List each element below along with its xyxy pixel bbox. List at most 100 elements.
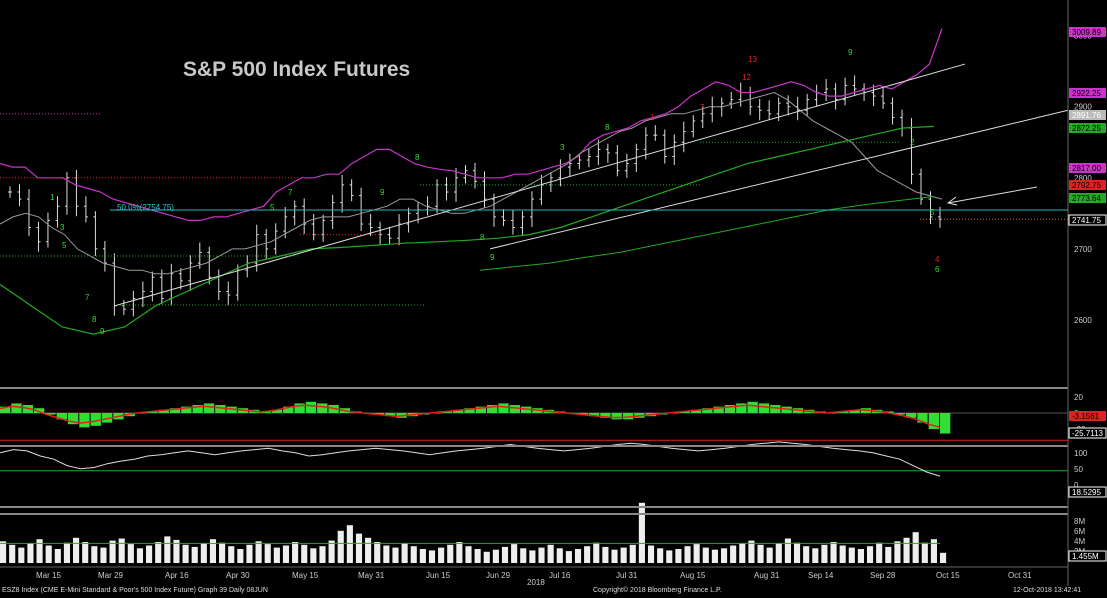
volume-bar — [419, 549, 426, 563]
volume-bar — [647, 545, 655, 563]
setup-count-label: 3 — [560, 143, 565, 152]
volume-bar — [520, 548, 527, 563]
setup-count-label: 1 — [650, 113, 655, 122]
volume-bar — [136, 548, 144, 563]
rsi-marker-label: 18.5295 — [1072, 488, 1101, 497]
volume-bar — [63, 542, 71, 563]
volume-bar — [447, 544, 454, 563]
setup-count-label: 8 — [605, 123, 610, 132]
volume-bar — [730, 545, 737, 563]
volume-bar — [118, 538, 125, 563]
volume-bar — [438, 547, 445, 563]
x-tick-label: Mar 15 — [36, 571, 61, 580]
volume-bar — [812, 548, 819, 563]
volume-bar — [638, 502, 645, 563]
macd-histogram-bar — [747, 401, 758, 413]
setup-count-label: 7 — [288, 188, 293, 197]
chart-title: S&P 500 Index Futures — [183, 58, 410, 81]
price-tick-label: 2600 — [1074, 316, 1092, 325]
volume-bar — [784, 538, 791, 563]
volume-bar — [237, 549, 244, 563]
volume-bar — [301, 544, 308, 563]
volume-bar — [684, 546, 691, 563]
volume-bar — [273, 547, 280, 563]
macd-marker-label: -25.7113 — [1072, 429, 1104, 438]
x-tick-label: Jun 15 — [426, 571, 451, 580]
x-tick-label: Jul 31 — [616, 571, 638, 580]
setup-count-label: 7 — [85, 293, 90, 302]
price-marker-label: 2741.75 — [1072, 216, 1101, 225]
volume-bar — [611, 549, 618, 563]
rsi-tick-label: 100 — [1074, 449, 1088, 458]
volume-bar — [91, 546, 98, 563]
volume-bar — [930, 539, 937, 563]
volume-bar — [693, 544, 700, 563]
x-tick-label: Mar 29 — [98, 571, 123, 580]
footer-copyright: Copyright© 2018 Bloomberg Finance L.P. — [593, 587, 722, 594]
volume-bar — [27, 543, 34, 563]
volume-bar — [547, 544, 554, 563]
volume-bar — [246, 544, 253, 563]
volume-bar — [282, 545, 290, 563]
volume-bar — [675, 549, 682, 563]
volume-bar — [921, 542, 928, 563]
volume-tick-label: 4M — [1074, 537, 1085, 546]
setup-count-label: 6 — [935, 265, 940, 274]
chart-canvas: 13578957 98893817121392546 26002700280029… — [0, 0, 1107, 598]
setup-count-label: 12 — [742, 73, 751, 82]
setup-count-label: 2 — [910, 138, 915, 147]
x-tick-label: Jun 29 — [486, 571, 511, 580]
volume-bar — [766, 547, 773, 563]
volume-bar — [346, 525, 353, 563]
volume-bar — [657, 548, 664, 563]
x-tick-label: Sep 28 — [870, 571, 896, 580]
volume-bar — [328, 540, 335, 563]
price-marker-label: 2817.00 — [1072, 164, 1101, 173]
volume-tick-label: 8M — [1074, 517, 1085, 526]
macd-marker-label: -3.1561 — [1072, 412, 1100, 421]
volume-bar — [401, 543, 408, 563]
volume-bar — [894, 541, 901, 563]
setup-count-label: 8 — [480, 233, 485, 242]
volume-bar — [428, 550, 436, 563]
volume-bar — [292, 542, 299, 563]
setup-count-label: 5 — [930, 208, 935, 217]
volume-bar — [830, 542, 837, 563]
volume-bar — [410, 546, 417, 563]
macd-histogram-bar — [758, 403, 770, 413]
x-tick-label: Aug 15 — [680, 571, 706, 580]
footer-bar: ESZ8 Index (CME E-Mini Standard & Poor's… — [0, 586, 1107, 598]
volume-bar — [483, 551, 490, 563]
footer-security: ESZ8 Index (CME E-Mini Standard & Poor's… — [2, 587, 268, 594]
volume-bar — [793, 542, 801, 563]
volume-bar — [940, 552, 947, 563]
volume-tick-label: 6M — [1074, 527, 1085, 536]
volume-bar — [885, 546, 892, 563]
volume-marker-label: 1.455M — [1072, 552, 1099, 561]
volume-bar — [191, 546, 198, 563]
volume-bar — [73, 537, 80, 563]
macd-histogram-bar — [611, 413, 622, 420]
price-tick-label: 2700 — [1074, 245, 1092, 254]
x-tick-label: May 15 — [292, 571, 319, 580]
price-marker-label: 2773.64 — [1072, 194, 1101, 203]
chart-background — [0, 0, 1107, 598]
macd-histogram-bar — [498, 403, 509, 413]
x-tick-label: Sep 14 — [808, 571, 834, 580]
x-tick-label: Oct 15 — [936, 571, 960, 580]
setup-count-label: 8 — [92, 315, 97, 324]
volume-bar — [748, 540, 755, 563]
setup-count-label: 3 — [60, 223, 65, 232]
volume-bar — [456, 542, 463, 563]
volume-bar — [255, 541, 262, 563]
price-marker-label: 2922.25 — [1072, 89, 1101, 98]
panel-separator — [0, 445, 1068, 447]
volume-bar — [365, 537, 372, 563]
setup-count-label: 9 — [380, 188, 385, 197]
volume-bar — [857, 549, 864, 563]
macd-histogram-bar — [203, 403, 215, 413]
volume-bar — [82, 542, 89, 563]
volume-bar — [757, 544, 764, 563]
volume-bar — [146, 545, 153, 563]
setup-count-label: 5 — [270, 203, 275, 212]
